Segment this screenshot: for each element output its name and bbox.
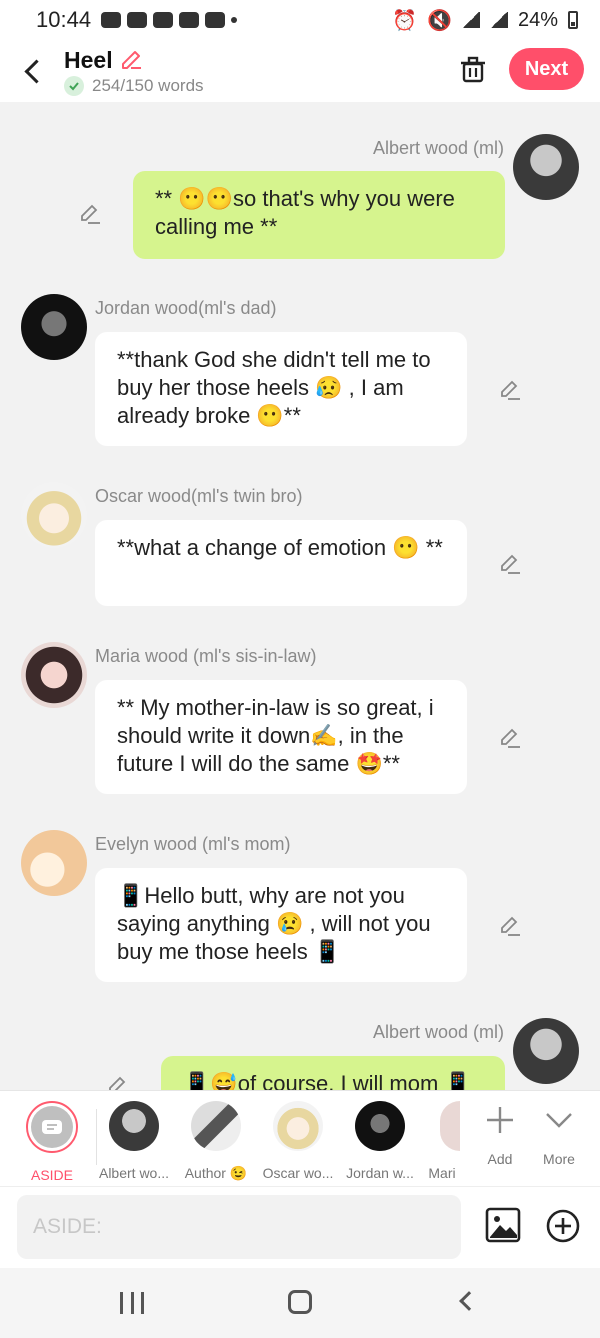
system-back-button[interactable] [459, 1291, 479, 1311]
character-label: Oscar wo... [262, 1165, 334, 1181]
avatar[interactable] [21, 294, 87, 360]
character-label: Jordan w... [346, 1165, 414, 1181]
notification-icons [101, 12, 238, 28]
edit-message-icon[interactable] [498, 552, 522, 576]
sender-name: Jordan wood(ml's dad) [95, 298, 277, 318]
message-bubble[interactable]: ** 😶😶so that's why you were calling me *… [133, 171, 505, 259]
battery-icon [568, 11, 578, 29]
signal-icon [489, 12, 508, 28]
character-picker: ASIDE Albert wo... Author 😉 Oscar wo... … [0, 1090, 600, 1186]
compose-bar [0, 1186, 600, 1268]
avatar [191, 1101, 241, 1151]
message-bubble[interactable]: **thank God she didn't tell me to buy he… [95, 332, 467, 446]
plus-icon [487, 1107, 513, 1133]
avatar [440, 1101, 460, 1151]
character-option[interactable]: Author 😉 [174, 1101, 258, 1182]
add-label: Add [487, 1151, 513, 1167]
home-button[interactable] [288, 1290, 312, 1314]
recents-button[interactable] [120, 1292, 144, 1314]
add-character-button[interactable]: Add [470, 1101, 530, 1167]
status-time: 10:44 [36, 7, 92, 32]
next-button[interactable]: Next [509, 48, 584, 90]
system-icons: ⏰ 🔇 24% [392, 8, 578, 33]
telegram-notification-icon [127, 12, 148, 28]
wifi-icon [461, 12, 480, 28]
edit-title-icon[interactable] [119, 48, 143, 72]
sender-name: Oscar wood(ml's twin bro) [95, 486, 303, 506]
avatar[interactable] [21, 482, 87, 548]
edit-message-icon[interactable] [106, 1074, 130, 1090]
battery-text: 24% [517, 8, 558, 31]
avatar[interactable] [513, 134, 579, 200]
add-circle-icon[interactable] [546, 1209, 580, 1243]
avatar [355, 1101, 405, 1151]
gallery-notification-icon [153, 12, 174, 28]
character-option[interactable]: Mari [420, 1101, 464, 1181]
youtube-notification-icon [179, 12, 200, 28]
message-list[interactable]: Albert wood (ml) ** 😶😶so that's why you … [0, 102, 600, 1090]
status-bar: 10:44 ⏰ 🔇 24% [0, 0, 600, 40]
youtube-notification-icon [205, 12, 226, 28]
title-area: Heel 254/150 words [64, 47, 204, 96]
avatar[interactable] [21, 830, 87, 896]
aside-option[interactable]: ASIDE [10, 1101, 94, 1183]
more-button[interactable]: More [530, 1101, 588, 1167]
avatar[interactable] [21, 642, 87, 708]
message-bubble[interactable]: 📱Hello butt, why are not you saying anyt… [95, 868, 467, 982]
image-icon[interactable] [485, 1207, 521, 1243]
aside-label: ASIDE [30, 1167, 73, 1183]
character-label: Author 😉 [184, 1165, 248, 1181]
edit-message-icon[interactable] [78, 202, 102, 226]
avatar[interactable] [513, 1018, 579, 1084]
edit-message-icon[interactable] [498, 378, 522, 402]
aside-input[interactable] [17, 1195, 461, 1259]
sender-name: Evelyn wood (ml's mom) [95, 834, 291, 854]
more-label: More [543, 1151, 575, 1167]
mute-icon: 🔇 [427, 9, 452, 32]
edit-message-icon[interactable] [498, 726, 522, 750]
back-button[interactable] [22, 59, 46, 83]
chat-notification-icon [101, 12, 122, 28]
aside-icon [31, 1106, 73, 1148]
message-bubble[interactable]: 📱😅of course, I will mom 📱 [161, 1056, 505, 1090]
system-nav-bar [0, 1268, 600, 1338]
sender-name: Albert wood (ml) [372, 138, 504, 158]
avatar [273, 1101, 323, 1151]
avatar [109, 1101, 159, 1151]
story-title: Heel [64, 46, 113, 73]
character-label: Albert wo... [98, 1165, 170, 1181]
character-option[interactable]: Jordan w... [338, 1101, 422, 1181]
edit-message-icon[interactable] [498, 914, 522, 938]
word-count: 254/150 words [92, 75, 204, 95]
message-bubble[interactable]: **what a change of emotion 😶 ** [95, 520, 467, 606]
sender-name: Maria wood (ml's sis-in-law) [95, 646, 317, 666]
character-option[interactable]: Albert wo... [92, 1101, 176, 1181]
alarm-icon: ⏰ [392, 9, 418, 32]
sender-name: Albert wood (ml) [372, 1022, 504, 1042]
more-notifications-icon [231, 17, 238, 23]
editor-header: Heel 254/150 words Next [0, 40, 600, 102]
check-icon [64, 75, 84, 96]
message-bubble[interactable]: ** My mother-in-law is so great, i shoul… [95, 680, 467, 794]
trash-icon[interactable] [459, 56, 487, 84]
chevron-down-icon [546, 1113, 572, 1128]
character-option[interactable]: Oscar wo... [256, 1101, 340, 1181]
character-label: Mari [428, 1165, 456, 1181]
